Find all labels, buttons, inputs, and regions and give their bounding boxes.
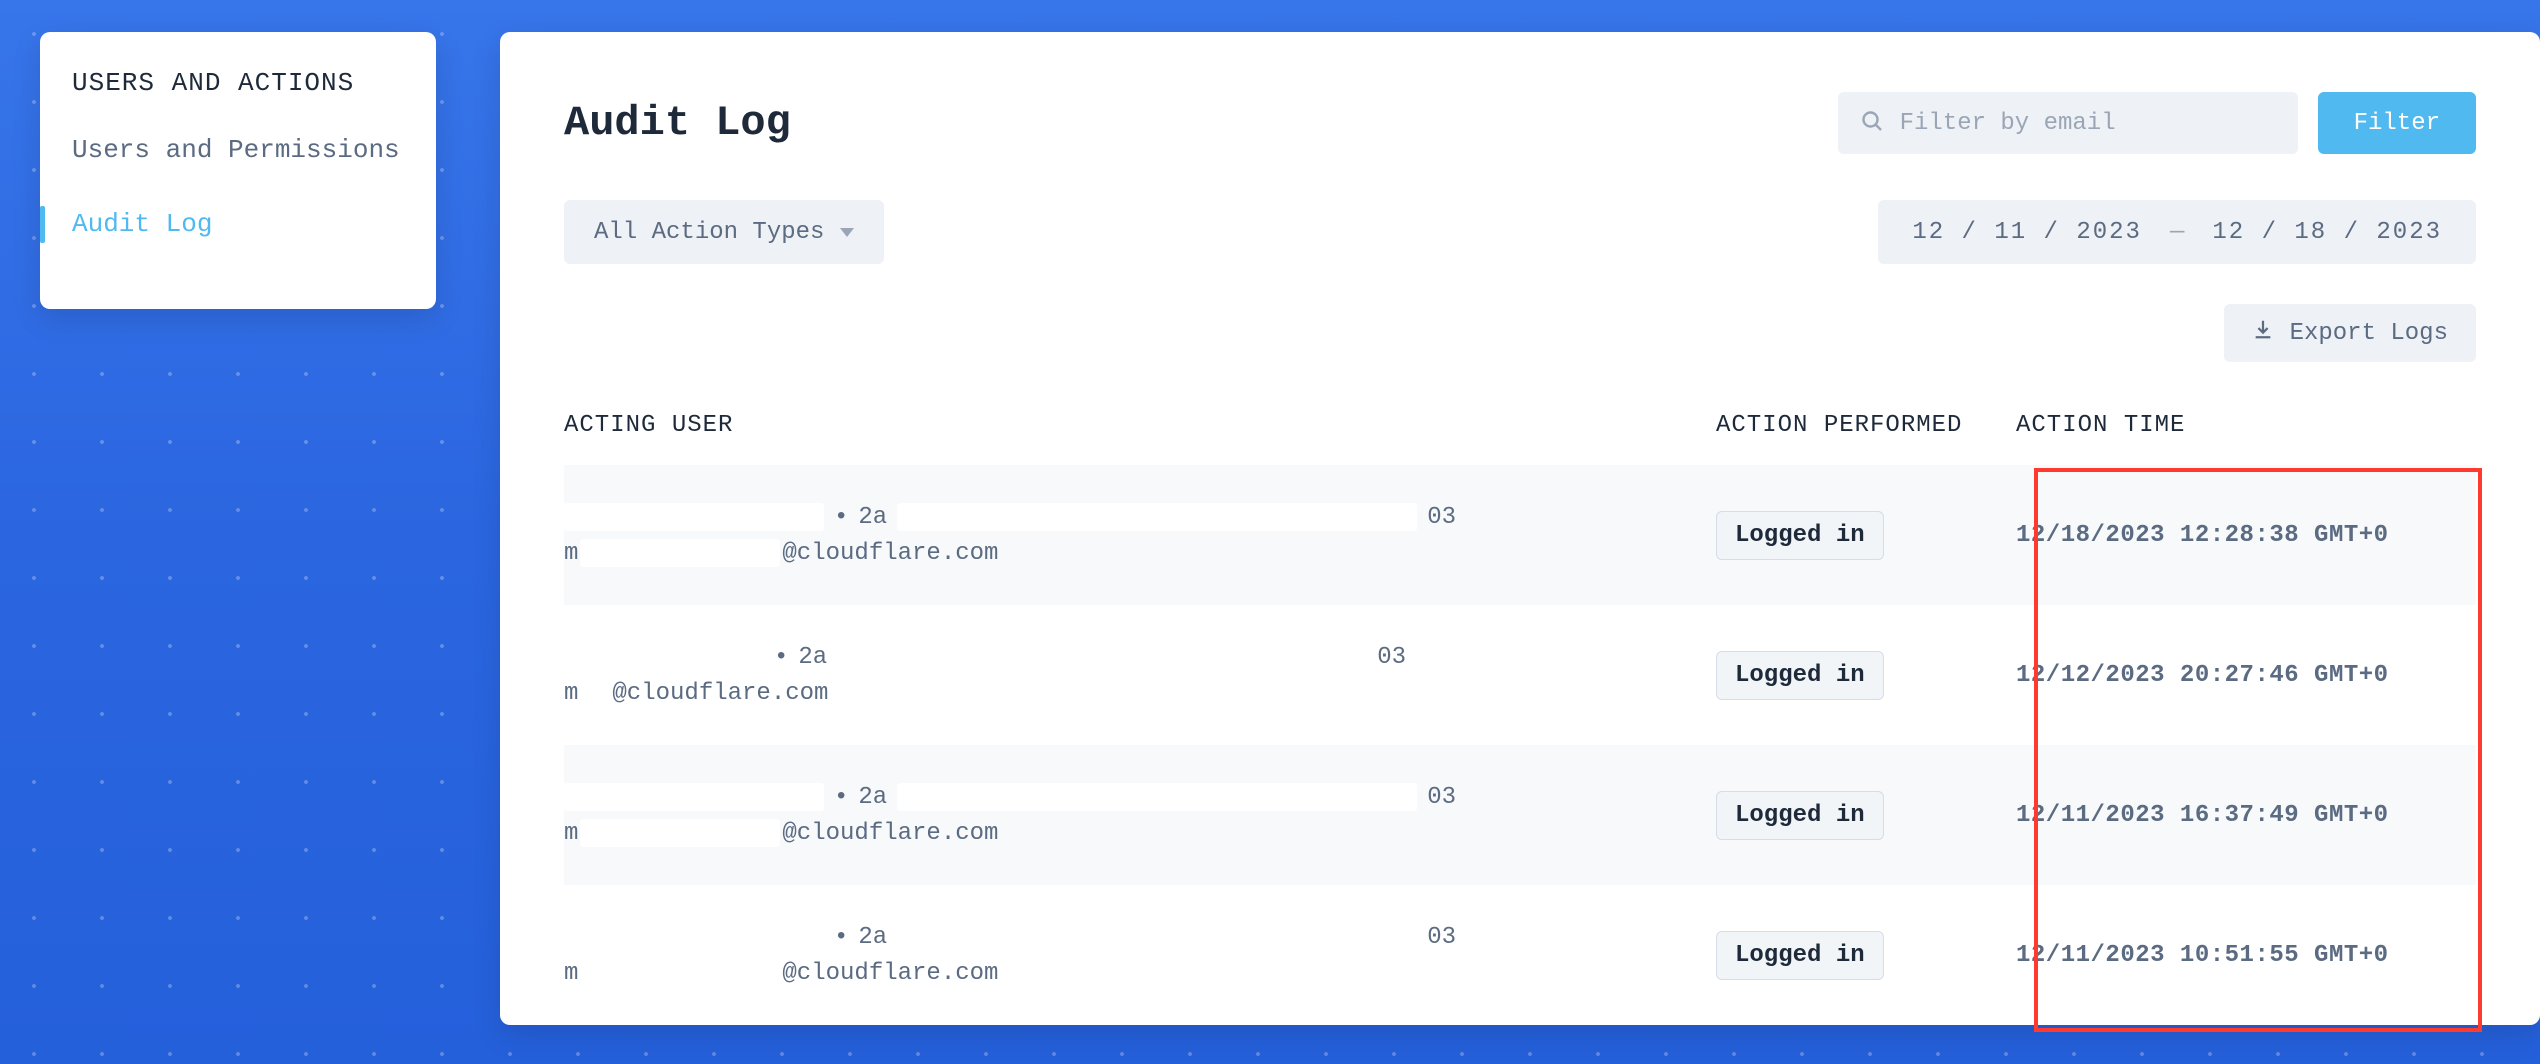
- col-header-user: ACTING USER: [564, 412, 1716, 439]
- user-line1-suffix: 03: [1427, 784, 1456, 811]
- audit-log-table: ACTING USER ACTION PERFORMED ACTION TIME…: [564, 412, 2476, 1025]
- search-container[interactable]: [1838, 92, 2298, 154]
- sidebar-item-users-permissions[interactable]: Users and Permissions: [40, 114, 436, 188]
- sidebar-title: USERS AND ACTIONS: [40, 68, 436, 114]
- date-from: 12 / 11 / 2023: [1912, 219, 2142, 246]
- redacted-email: [580, 679, 610, 707]
- action-badge: Logged in: [1716, 931, 1884, 980]
- user-line1-mid: 2a: [858, 924, 887, 951]
- action-time: 12/18/2023 12:28:38 GMT+0: [2016, 522, 2476, 549]
- action-badge: Logged in: [1716, 651, 1884, 700]
- user-email-suffix: @cloudflare.com: [782, 960, 998, 987]
- user-email-prefix: m: [564, 680, 578, 707]
- page-title: Audit Log: [564, 99, 791, 147]
- filter-email-input[interactable]: [1898, 109, 2276, 138]
- export-logs-label: Export Logs: [2290, 320, 2448, 347]
- user-line1-suffix: 03: [1377, 644, 1406, 671]
- action-badge: Logged in: [1716, 791, 1884, 840]
- user-line1-mid: 2a: [798, 644, 827, 671]
- action-badge: Logged in: [1716, 511, 1884, 560]
- export-logs-button[interactable]: Export Logs: [2224, 304, 2476, 362]
- user-email-suffix: @cloudflare.com: [782, 540, 998, 567]
- date-separator: —: [2170, 219, 2184, 246]
- redacted-id: [837, 643, 1367, 671]
- redacted-name: [564, 783, 824, 811]
- date-to: 12 / 18 / 2023: [2212, 219, 2442, 246]
- redacted-id: [897, 503, 1417, 531]
- user-line1-sep: •: [834, 784, 848, 811]
- user-email-suffix: @cloudflare.com: [782, 820, 998, 847]
- user-email-prefix: m: [564, 540, 578, 567]
- redacted-name: [564, 503, 824, 531]
- table-row: • 2a 03 m @cloudflare.com Logged in 12/1…: [564, 465, 2476, 605]
- redacted-name: [564, 643, 764, 671]
- action-type-select[interactable]: All Action Types: [564, 200, 884, 264]
- download-icon: [2252, 318, 2274, 348]
- user-email-prefix: m: [564, 820, 578, 847]
- redacted-name: [564, 923, 824, 951]
- user-line1-suffix: 03: [1427, 924, 1456, 951]
- redacted-email: [580, 959, 780, 987]
- user-line1-mid: 2a: [858, 784, 887, 811]
- date-range-picker[interactable]: 12 / 11 / 2023 — 12 / 18 / 2023: [1878, 200, 2476, 264]
- redacted-email: [580, 819, 780, 847]
- main-panel: Audit Log Filter: [500, 32, 2540, 1025]
- chevron-down-icon: [840, 228, 854, 237]
- user-email-suffix: @cloudflare.com: [612, 680, 828, 707]
- action-time: 12/12/2023 20:27:46 GMT+0: [2016, 662, 2476, 689]
- table-row: • 2a 03 m @cloudflare.com Logged in 12/1…: [564, 885, 2476, 1025]
- user-line1-mid: 2a: [858, 504, 887, 531]
- col-header-time: ACTION TIME: [2016, 412, 2476, 439]
- user-line1-sep: •: [834, 504, 848, 531]
- action-time: 12/11/2023 10:51:55 GMT+0: [2016, 942, 2476, 969]
- col-header-action: ACTION PERFORMED: [1716, 412, 2016, 439]
- action-time: 12/11/2023 16:37:49 GMT+0: [2016, 802, 2476, 829]
- redacted-id: [897, 783, 1417, 811]
- user-line1-sep: •: [774, 644, 788, 671]
- table-row: • 2a 03 m @cloudflare.com Logged in 12/1…: [564, 605, 2476, 745]
- user-email-prefix: m: [564, 960, 578, 987]
- filter-button[interactable]: Filter: [2318, 92, 2476, 154]
- search-icon: [1860, 109, 1884, 138]
- action-type-select-label: All Action Types: [594, 219, 824, 246]
- redacted-email: [580, 539, 780, 567]
- user-line1-sep: •: [834, 924, 848, 951]
- user-line1-suffix: 03: [1427, 504, 1456, 531]
- table-row: • 2a 03 m @cloudflare.com Logged in 12/1…: [564, 745, 2476, 885]
- sidebar-item-audit-log[interactable]: Audit Log: [40, 188, 436, 262]
- sidebar: USERS AND ACTIONS Users and Permissions …: [40, 32, 436, 309]
- redacted-id: [897, 923, 1417, 951]
